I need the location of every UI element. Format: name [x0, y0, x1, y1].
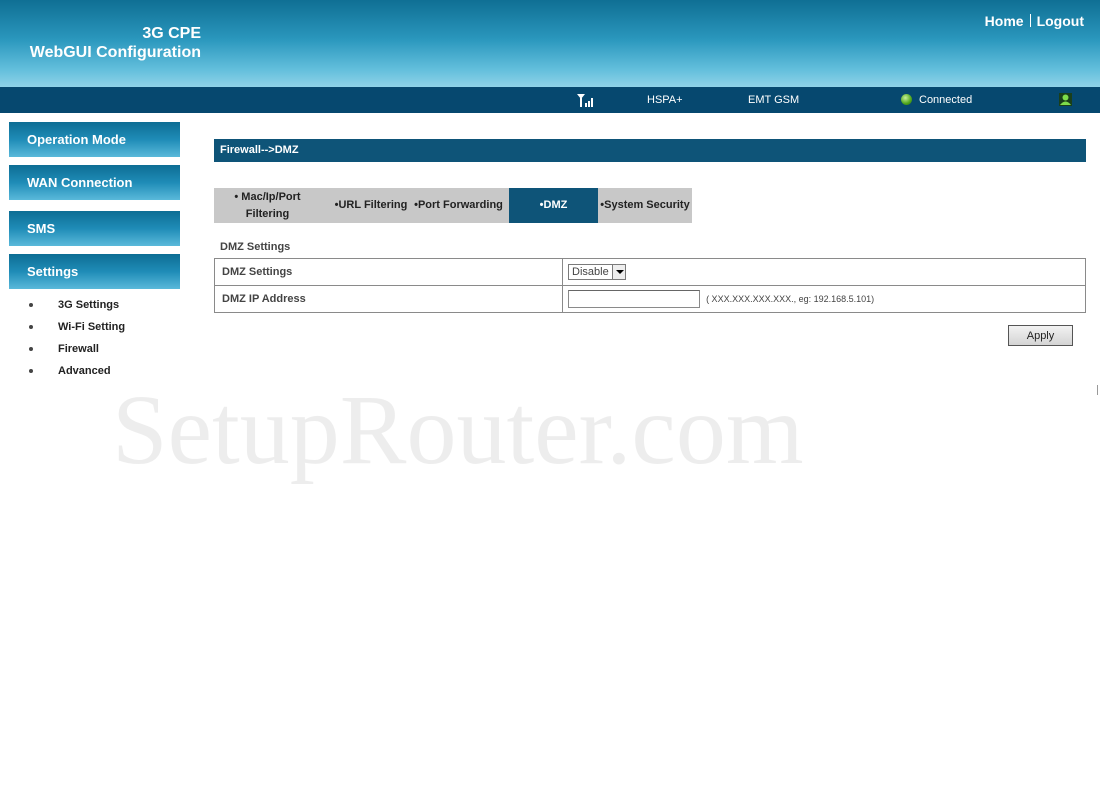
- dmz-ip-address-input[interactable]: [568, 290, 700, 308]
- chevron-down-icon: [611, 265, 625, 279]
- section-label: DMZ Settings: [220, 241, 291, 253]
- dmz-ip-address-cell: ( XXX.XXX.XXX.XXX., eg: 192.168.5.101): [562, 285, 1086, 313]
- submenu-firewall[interactable]: Firewall: [27, 342, 125, 364]
- tab-port-forwarding[interactable]: •Port Forwarding: [408, 188, 509, 223]
- dmz-settings-select[interactable]: Disable: [568, 264, 626, 280]
- ip-format-hint: ( XXX.XXX.XXX.XXX., eg: 192.168.5.101): [706, 294, 875, 304]
- brand-line-1: 3G CPE: [142, 25, 201, 42]
- dmz-settings-table: DMZ Settings Disable DMZ IP Address ( XX…: [214, 258, 1086, 313]
- dmz-settings-cell: Disable: [562, 258, 1086, 286]
- table-row: DMZ Settings Disable: [214, 258, 1086, 286]
- connection-status-icon: [901, 94, 912, 105]
- link-divider: [1029, 14, 1031, 27]
- tab-label-line-2: Filtering: [245, 207, 290, 220]
- submenu-3g-settings[interactable]: 3G Settings: [27, 298, 125, 320]
- brand-title: 3G CPE WebGUI Configuration: [0, 24, 201, 62]
- apply-button[interactable]: Apply: [1008, 325, 1073, 346]
- dmz-ip-address-label: DMZ IP Address: [214, 285, 563, 313]
- tab-label: •System Security: [600, 199, 690, 211]
- submenu-advanced[interactable]: Advanced: [27, 364, 125, 386]
- operator-name: EMT GSM: [748, 94, 800, 106]
- signal-bars-icon: [577, 94, 593, 107]
- menu-sms[interactable]: SMS: [9, 211, 180, 246]
- home-link[interactable]: Home: [985, 13, 1024, 29]
- watermark: SetupRouter.com: [112, 374, 804, 485]
- tab-dmz[interactable]: •DMZ: [509, 188, 598, 223]
- submenu-wifi-setting[interactable]: Wi-Fi Setting: [27, 320, 125, 342]
- user-icon[interactable]: [1059, 93, 1072, 106]
- tab-system-security[interactable]: •System Security: [598, 188, 692, 223]
- tab-label: •Port Forwarding: [414, 199, 503, 211]
- logout-link[interactable]: Logout: [1037, 13, 1084, 29]
- page-title: Firewall-->DMZ: [214, 139, 1086, 162]
- menu-wan-connection[interactable]: WAN Connection: [9, 165, 180, 200]
- table-row: DMZ IP Address ( XXX.XXX.XXX.XXX., eg: 1…: [214, 285, 1086, 313]
- tab-mac-ip-port-filtering[interactable]: • Mac/Ip/Port Filtering: [214, 188, 321, 223]
- header-banner: 3G CPE WebGUI Configuration Home Logout: [0, 0, 1100, 87]
- brand-line-2: WebGUI Configuration: [29, 44, 201, 61]
- status-bar: HSPA+ EMT GSM Connected: [0, 87, 1100, 113]
- menu-settings[interactable]: Settings: [9, 254, 180, 289]
- tab-label: •URL Filtering: [334, 199, 408, 211]
- tab-label-line-1: • Mac/Ip/Port: [234, 190, 301, 203]
- select-value: Disable: [572, 266, 609, 278]
- network-type: HSPA+: [647, 94, 683, 106]
- top-links: Home Logout: [985, 13, 1084, 29]
- menu-operation-mode[interactable]: Operation Mode: [9, 122, 180, 157]
- settings-submenu: 3G Settings Wi-Fi Setting Firewall Advan…: [27, 298, 125, 386]
- dmz-settings-label: DMZ Settings: [214, 258, 563, 286]
- tab-label: •DMZ: [539, 199, 568, 211]
- connection-status: Connected: [919, 94, 973, 106]
